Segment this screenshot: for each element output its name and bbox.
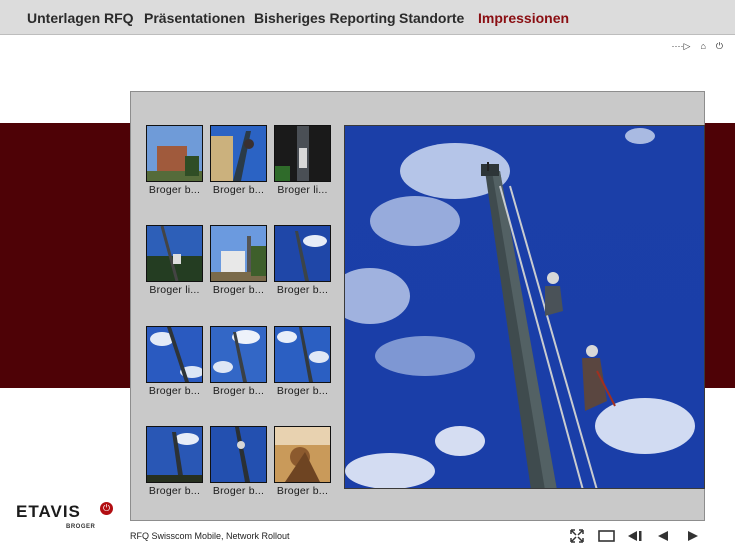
thumbnail-image (210, 125, 267, 182)
home-icon[interactable]: ⌂ (700, 41, 705, 52)
thumbnail-image (146, 225, 203, 282)
thumbnail-image (146, 125, 203, 182)
thumbnail-image (274, 225, 331, 282)
thumbnail-caption: Broger b... (212, 385, 265, 397)
thumbnail-image (210, 225, 267, 282)
thumbnail-caption: Broger li... (277, 184, 328, 196)
thumbnail[interactable]: Broger li... (146, 225, 203, 296)
thumbnail[interactable]: Broger b... (146, 326, 203, 397)
thumbnail[interactable]: Broger b... (210, 326, 267, 397)
nav-impressionen[interactable]: Impressionen (478, 10, 569, 26)
top-navigation: Unterlagen RFQ Präsentationen Bisheriges… (0, 0, 735, 35)
logo-subtext: BROGER (66, 524, 96, 530)
logo-text: ETAVIS (16, 502, 81, 521)
thumbnail-caption: Broger b... (148, 385, 201, 397)
thumbnail-caption: Broger b... (212, 184, 265, 196)
thumbnail[interactable]: Broger b... (274, 426, 331, 497)
thumbnail-caption: Broger b... (276, 385, 329, 397)
thumbnail-image (274, 426, 331, 483)
power-icon[interactable]: ⏻ (716, 41, 723, 52)
nav-unterlagen-rfq[interactable]: Unterlagen RFQ (27, 10, 134, 26)
footer-caption: RFQ Swisscom Mobile, Network Rollout (130, 531, 290, 541)
thumbnail-caption: Broger b... (148, 184, 201, 196)
etavis-broger-logo: ETAVIS ⏻ BROGER (16, 502, 113, 530)
power-logo-icon: ⏻ (100, 502, 113, 515)
thumbnail[interactable]: Broger b... (146, 426, 203, 497)
more-dots-icon[interactable]: ····▷ (672, 41, 691, 52)
utility-icons: ····▷ ⌂ ⏻ (672, 41, 723, 52)
thumbnail[interactable]: Broger b... (274, 326, 331, 397)
fullscreen-icon[interactable] (569, 528, 585, 544)
next-icon[interactable] (686, 528, 700, 544)
thumbnail-image (146, 426, 203, 483)
thumbnail-image (274, 125, 331, 182)
nav-standorte[interactable]: Standorte (399, 10, 464, 26)
first-icon[interactable] (626, 528, 644, 544)
nav-bisheriges-reporting[interactable]: Bisheriges Reporting (254, 10, 396, 26)
window-icon[interactable] (597, 528, 615, 544)
previous-icon[interactable] (656, 528, 670, 544)
thumbnail-caption: Broger li... (149, 284, 200, 296)
thumbnail-caption: Broger b... (212, 284, 265, 296)
thumbnail-image (210, 326, 267, 383)
thumbnail-caption: Broger b... (276, 284, 329, 296)
thumbnail[interactable]: Broger b... (210, 225, 267, 296)
thumbnail-caption: Broger b... (276, 485, 329, 497)
thumbnail[interactable]: Broger li... (274, 125, 331, 196)
thumbnail-image (274, 326, 331, 383)
thumbnail[interactable]: Broger b... (274, 225, 331, 296)
thumbnail[interactable]: Broger b... (146, 125, 203, 196)
thumbnail[interactable]: Broger b... (210, 426, 267, 497)
thumbnail-caption: Broger b... (148, 485, 201, 497)
thumbnail-caption: Broger b... (212, 485, 265, 497)
thumbnail-image (146, 326, 203, 383)
main-photo[interactable] (344, 125, 705, 489)
nav-praesentationen[interactable]: Präsentationen (144, 10, 245, 26)
thumbnail-image (210, 426, 267, 483)
thumbnail[interactable]: Broger b... (210, 125, 267, 196)
